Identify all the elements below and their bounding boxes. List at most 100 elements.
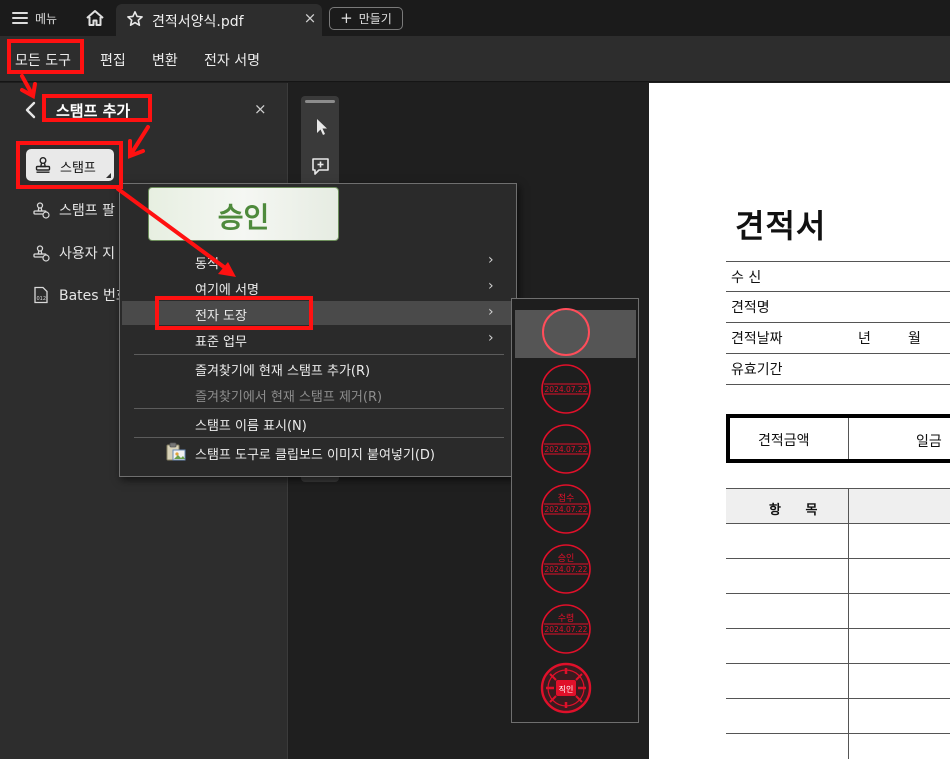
- table-row: [726, 559, 950, 594]
- electronic-seal-submenu: 2024.07.22 2024.07.22 접수 2024.07.22 승인 2…: [511, 298, 639, 723]
- highlight-box-electronic-seal: [155, 296, 313, 330]
- submenu-arrow-icon: ›: [488, 278, 494, 294]
- stamp-palette-icon: [33, 202, 50, 219]
- menu-item-label: 스탬프 도구로 클립보드 이미지 붙여넣기(D): [195, 448, 436, 463]
- row-label: 유효기간: [731, 362, 783, 378]
- menu-item-label: 즐겨찾기에 현재 스탬프 추가(R): [195, 364, 371, 379]
- document-title: 견적서: [735, 207, 827, 245]
- table-row: [726, 664, 950, 699]
- stamp-date-text: 2024.07.22: [545, 445, 588, 454]
- highlight-box-stamp-button: [16, 141, 123, 189]
- amount-label: 견적금액: [758, 433, 810, 449]
- items-table: 항 목: [726, 488, 950, 759]
- stamp-option-received[interactable]: 접수 2024.07.22: [540, 483, 592, 535]
- info-table: 수 신 견적명 견적날짜 년 월 유효기간: [726, 261, 950, 385]
- menu-item-paste-clipboard[interactable]: 스탬프 도구로 클립보드 이미지 붙여넣기(D): [122, 440, 516, 464]
- pdf-page: 견적서 수 신 견적명 견적날짜 년 월 유효기간 견적금액 일금 항 목: [649, 83, 950, 759]
- stamp-option-approved[interactable]: 승인 2024.07.22: [540, 543, 592, 595]
- menu-separator: [134, 408, 504, 409]
- items-header-label: 항 목: [769, 503, 828, 518]
- panel-item-stamp-palette[interactable]: 스탬프 팔: [32, 199, 115, 221]
- stamp-option-receipt[interactable]: 수령 2024.07.22: [540, 603, 592, 655]
- tab-convert[interactable]: 변환: [152, 50, 178, 70]
- grip-handle[interactable]: [305, 100, 335, 103]
- menu-separator: [134, 437, 504, 438]
- add-comment-icon[interactable]: [310, 156, 332, 178]
- stamp-preview: 승인: [148, 187, 339, 241]
- table-row: [726, 629, 950, 664]
- row-label: 견적명: [731, 300, 770, 316]
- table-row: 견적날짜 년 월: [726, 323, 950, 354]
- stamp-option-date[interactable]: 2024.07.22: [540, 423, 592, 475]
- panel-item-bates[interactable]: 012 Bates 번호: [32, 284, 129, 306]
- stamp-date-text: 2024.07.22: [545, 565, 588, 574]
- menu-item-dynamic[interactable]: 동적 ›: [122, 249, 516, 273]
- table-row: [726, 524, 950, 559]
- stamp-date-text: 2024.07.22: [545, 625, 588, 634]
- divider: [848, 489, 849, 523]
- menu-item-standard-business[interactable]: 표준 업무 ›: [122, 327, 516, 351]
- highlight-box-panel-title: [42, 94, 152, 122]
- table-row: 유효기간: [726, 354, 950, 385]
- preview-text: 승인: [217, 201, 270, 234]
- table-row: [726, 734, 950, 759]
- table-row: 견적명: [726, 292, 950, 323]
- tab-title: 견적서양식.pdf: [152, 14, 244, 30]
- menu-item-label: 동적: [195, 257, 219, 272]
- stamp-option-blank[interactable]: [540, 306, 592, 358]
- menu-item-add-favorite[interactable]: 즐겨찾기에 현재 스탬프 추가(R): [122, 356, 516, 380]
- plus-icon: +: [340, 9, 353, 27]
- hamburger-icon: [12, 12, 28, 24]
- chevron-left-icon[interactable]: [24, 101, 38, 119]
- create-label: 만들기: [358, 12, 392, 26]
- stamp-date-text: 2024.07.22: [545, 385, 588, 394]
- cursor-icon[interactable]: [310, 116, 332, 138]
- menu-item-remove-favorite: 즐겨찾기에서 현재 스탬프 제거(R): [122, 382, 516, 406]
- seal-text: 직인: [559, 684, 574, 694]
- menu-item-label: 표준 업무: [195, 335, 247, 350]
- divider: [848, 418, 849, 459]
- amount-box: 견적금액 일금: [726, 414, 950, 463]
- amount-value: 일금: [916, 434, 942, 450]
- submenu-arrow-icon: ›: [488, 304, 494, 320]
- panel-item-label: 스탬프 팔: [59, 203, 115, 219]
- tab-e-sign[interactable]: 전자 서명: [204, 50, 260, 70]
- submenu-arrow-icon: ›: [488, 252, 494, 268]
- menu-item-label: 스탬프 이름 표시(N): [195, 419, 307, 434]
- menu-separator: [134, 354, 504, 355]
- panel-item-custom-stamp[interactable]: 사용자 지: [32, 242, 115, 264]
- svg-text:012: 012: [37, 296, 47, 302]
- panel-item-label: 사용자 지: [59, 246, 115, 262]
- panel-close-icon[interactable]: ×: [254, 100, 267, 118]
- star-icon[interactable]: [126, 10, 144, 28]
- submenu-arrow-icon: ›: [488, 330, 494, 346]
- stamp-option-date[interactable]: 2024.07.22: [540, 363, 592, 415]
- highlight-box-all-tools: [7, 39, 84, 74]
- stamp-top-text: 승인: [558, 553, 575, 564]
- year-label: 년: [858, 331, 871, 347]
- home-icon[interactable]: [84, 8, 106, 28]
- menu-button[interactable]: 메뉴: [12, 8, 57, 28]
- custom-stamp-icon: [33, 245, 50, 262]
- bates-number-icon: 012: [34, 286, 48, 304]
- create-button[interactable]: + 만들기: [329, 7, 403, 30]
- tab-edit[interactable]: 편집: [100, 50, 126, 70]
- clipboard-paste-icon: [166, 442, 186, 461]
- stamp-option-official-seal[interactable]: 직인: [540, 662, 592, 714]
- menu-item-show-stamp-names[interactable]: 스탬프 이름 표시(N): [122, 411, 516, 435]
- document-tab[interactable]: 견적서양식.pdf ×: [116, 4, 322, 36]
- table-row: [726, 594, 950, 629]
- title-bar: 메뉴 견적서양식.pdf × + 만들기: [0, 0, 950, 36]
- stamp-top-text: 수령: [558, 612, 575, 624]
- row-label: 수 신: [731, 269, 762, 286]
- menu-item-label: 즐겨찾기에서 현재 스탬프 제거(R): [195, 390, 383, 405]
- tab-close-icon[interactable]: ×: [302, 10, 318, 26]
- top-toolbar: 모든 도구 편집 변환 전자 서명: [0, 36, 950, 82]
- stamp-top-text: 접수: [558, 492, 575, 504]
- month-label: 월: [908, 331, 921, 347]
- table-row: [726, 699, 950, 734]
- items-header: 항 목: [726, 488, 950, 524]
- row-label: 견적날짜: [731, 331, 783, 347]
- stamp-date-text: 2024.07.22: [545, 505, 588, 514]
- table-row: 수 신: [726, 261, 950, 292]
